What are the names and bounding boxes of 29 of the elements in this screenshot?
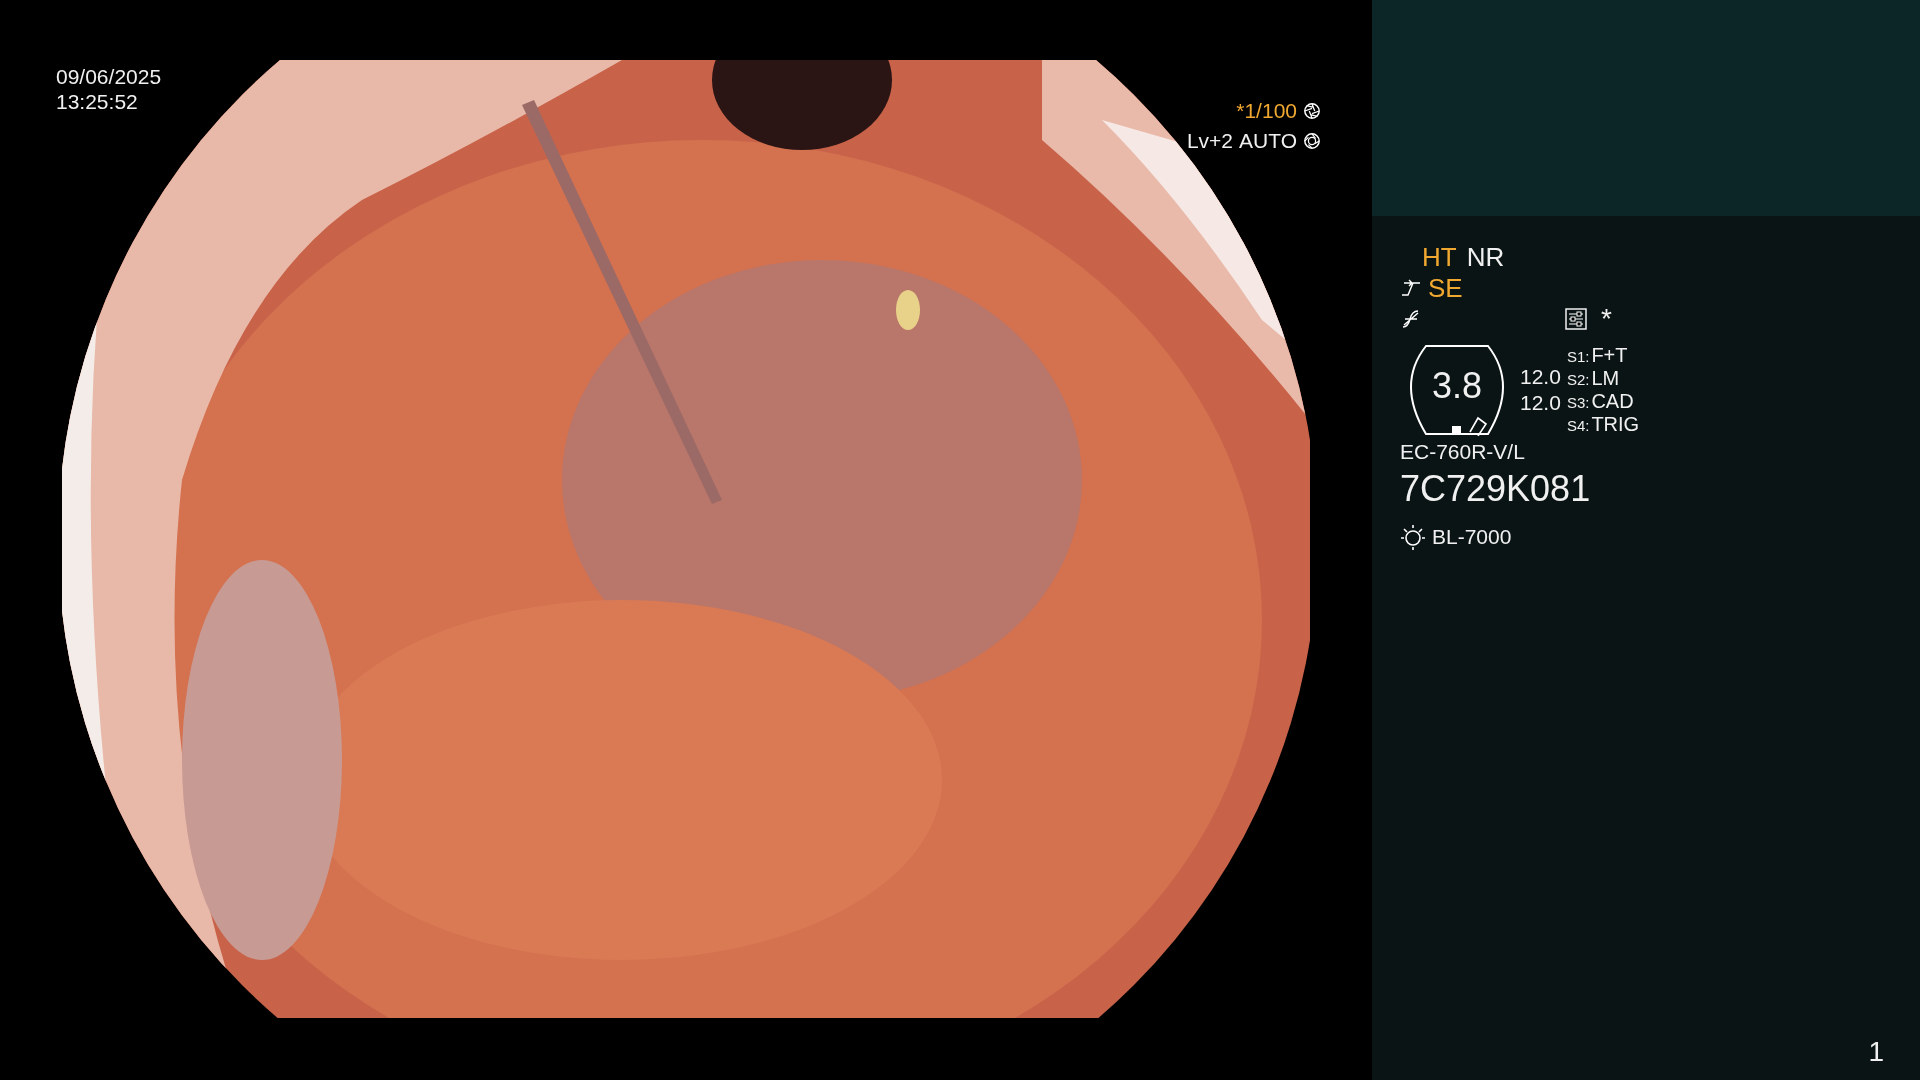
serial-number: 7C729K081: [1400, 468, 1592, 510]
gauge-value: 12.0: [1520, 365, 1561, 389]
iris-icon: [1303, 132, 1321, 150]
switch-key: S1:: [1566, 348, 1590, 365]
exposure-mode: AUTO: [1239, 129, 1297, 153]
time-text: 13:25:52: [56, 89, 139, 114]
switch-key: S3:: [1566, 394, 1590, 411]
gauge-value: 12.0: [1520, 391, 1561, 415]
mode-label: NR: [1466, 242, 1505, 273]
settings-mark: *: [1601, 303, 1612, 335]
lamp-icon: [1400, 524, 1426, 550]
sliders-icon: [1565, 308, 1587, 330]
date-text: 09/06/2025: [56, 64, 162, 89]
aperture-icon: [1303, 102, 1321, 120]
light-source: BL-7000: [1432, 525, 1512, 549]
shutter-speed: *1/100: [1236, 99, 1297, 123]
enhance-label: SE: [1428, 273, 1463, 304]
switch-key: S4:: [1566, 417, 1590, 434]
switch-key: S2:: [1566, 371, 1590, 388]
mode-label: HT: [1422, 242, 1457, 273]
switch-function: F+T: [1591, 344, 1628, 367]
switch-function: LM: [1591, 367, 1620, 390]
switch-function: TRIG: [1591, 413, 1640, 436]
switch-function: CAD: [1591, 390, 1634, 413]
gauge-reading: 3.8: [1431, 365, 1482, 407]
scope-model: EC-760R-V/L: [1400, 440, 1526, 464]
page-number: 1: [1868, 1036, 1884, 1068]
brightness-level: Lv+2: [1186, 129, 1234, 153]
curve-icon: [1400, 278, 1422, 299]
